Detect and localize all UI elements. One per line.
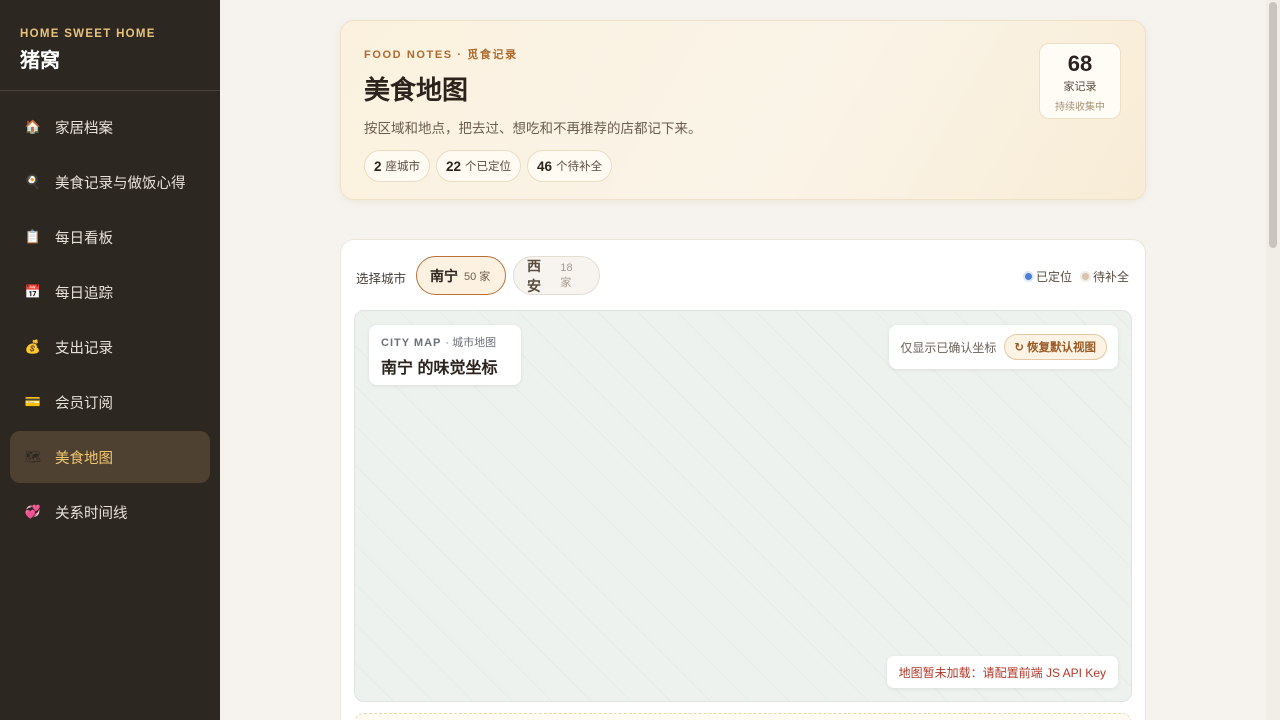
page-scrollbar[interactable] [1266,0,1280,720]
city-name: 西安 [527,257,541,294]
city-chip-nanning[interactable]: 南宁 50 家 [416,256,506,295]
calendar-icon: 📅 [24,284,42,299]
city-select-label: 选择城市 [356,272,407,286]
record-count-label: 家记录 [1063,81,1097,93]
record-count-box: 68 家记录 持续收集中 [1039,43,1121,119]
heart-icon: 💞 [24,504,42,519]
sidebar-item-label: 美食地图 [55,450,113,467]
stat-cities: 2 座城市 [364,150,431,182]
stat-pending: 46 个待补全 [527,150,613,182]
stats-row: 2 座城市 22 个已定位 46 个待补全 [364,150,613,182]
stat-label: 座城市 [385,161,421,173]
legend-label: 待补全 [1092,270,1129,284]
legend-pending: 待补全 [1081,268,1129,285]
city-map[interactable]: CITY MAP · 城市地图 南宁 的味觉坐标 仅显示已确认坐标 ↻ 恢复默认… [354,310,1132,702]
refresh-icon: ↻ [1014,342,1024,354]
sidebar-item-5[interactable]: 💳 会员订阅 [10,376,210,428]
sidebar-item-0[interactable]: 🏠 家居档案 [10,101,210,153]
reset-label: 恢复默认视图 [1027,342,1096,354]
stat-value: 46 [537,158,553,174]
scrollbar-thumb[interactable] [1269,2,1277,248]
brand: HOME SWEET HOME 猪窝 [0,0,220,91]
stat-label: 个已定位 [465,161,512,173]
brand-subtitle: HOME SWEET HOME [20,28,156,40]
money-bag-icon: 💰 [24,339,42,354]
magnifier-icon: 🍳 [24,174,42,189]
map-title: 南宁 的味觉坐标 [381,360,498,377]
map-title-box: CITY MAP · 城市地图 南宁 的味觉坐标 [369,325,521,385]
city-count: 18 家 [560,261,573,289]
legend-located: 已定位 [1024,268,1072,285]
map-filter-box: 仅显示已确认坐标 ↻ 恢复默认视图 [889,325,1118,369]
sidebar-item-2[interactable]: 📋 每日看板 [10,211,210,263]
house-icon: 🏠 [24,119,42,134]
sidebar-item-label: 每日看板 [55,230,113,247]
sidebar-item-label: 每日追踪 [55,285,113,302]
map-subtitle: CITY MAP · 城市地图 [381,337,497,349]
map-error-message: 地图暂未加载：请配置前端 JS API Key [886,656,1118,688]
sidebar-item-label: 美食记录与做饭心得 [55,175,186,192]
map-card: 选择城市 南宁 50 家 西安 18 家 已定位 待补全 CITY MAP · … [340,239,1146,720]
reset-view-button[interactable]: ↻ 恢复默认视图 [1004,334,1107,360]
sidebar-item-6[interactable]: 🗺 美食地图 [10,431,210,483]
stat-located: 22 个已定位 [436,150,522,182]
sidebar-item-3[interactable]: 📅 每日追踪 [10,266,210,318]
sidebar: HOME SWEET HOME 猪窝 🏠 家居档案 🍳 美食记录与做饭心得 📋 每日看板 📅… [0,0,220,720]
clipboard-icon: 📋 [24,229,42,244]
sidebar-item-label: 关系时间线 [55,505,128,522]
sidebar-item-label: 支出记录 [55,340,113,357]
legend-label: 已定位 [1035,270,1072,284]
sidebar-item-7[interactable]: 💞 关系时间线 [10,486,210,538]
located-dot-icon [1024,273,1032,280]
sidebar-item-label: 家居档案 [55,120,113,137]
dashed-panel [354,713,1132,720]
record-count-sub: 持续收集中 [1055,102,1105,113]
stat-label: 个待补全 [556,161,603,173]
stat-value: 2 [374,158,382,174]
city-name: 南宁 [430,267,458,284]
credit-card-icon: 💳 [24,394,42,409]
map-icon: 🗺 [24,449,42,464]
hero-subtitle: FOOD NOTES · 觅食记录 [364,49,518,61]
hero-card: FOOD NOTES · 觅食记录 美食地图 按区域和地点，把去过、想吃和不再推… [340,20,1146,200]
brand-title: 猪窝 [20,50,60,72]
sidebar-item-label: 会员订阅 [55,395,113,412]
record-count-value: 68 [1067,51,1093,76]
filter-label[interactable]: 仅显示已确认坐标 [900,339,996,356]
pending-dot-icon [1081,273,1089,280]
map-legend: 已定位 待补全 [1024,268,1129,285]
city-count: 50 家 [464,270,491,283]
page-title: 美食地图 [364,75,469,105]
city-chip-xian[interactable]: 西安 18 家 [513,256,600,295]
sidebar-item-1[interactable]: 🍳 美食记录与做饭心得 [10,156,210,208]
sidebar-item-4[interactable]: 💰 支出记录 [10,321,210,373]
stat-value: 22 [446,158,462,174]
hero-description: 按区域和地点，把去过、想吃和不再推荐的店都记下来。 [364,121,702,136]
